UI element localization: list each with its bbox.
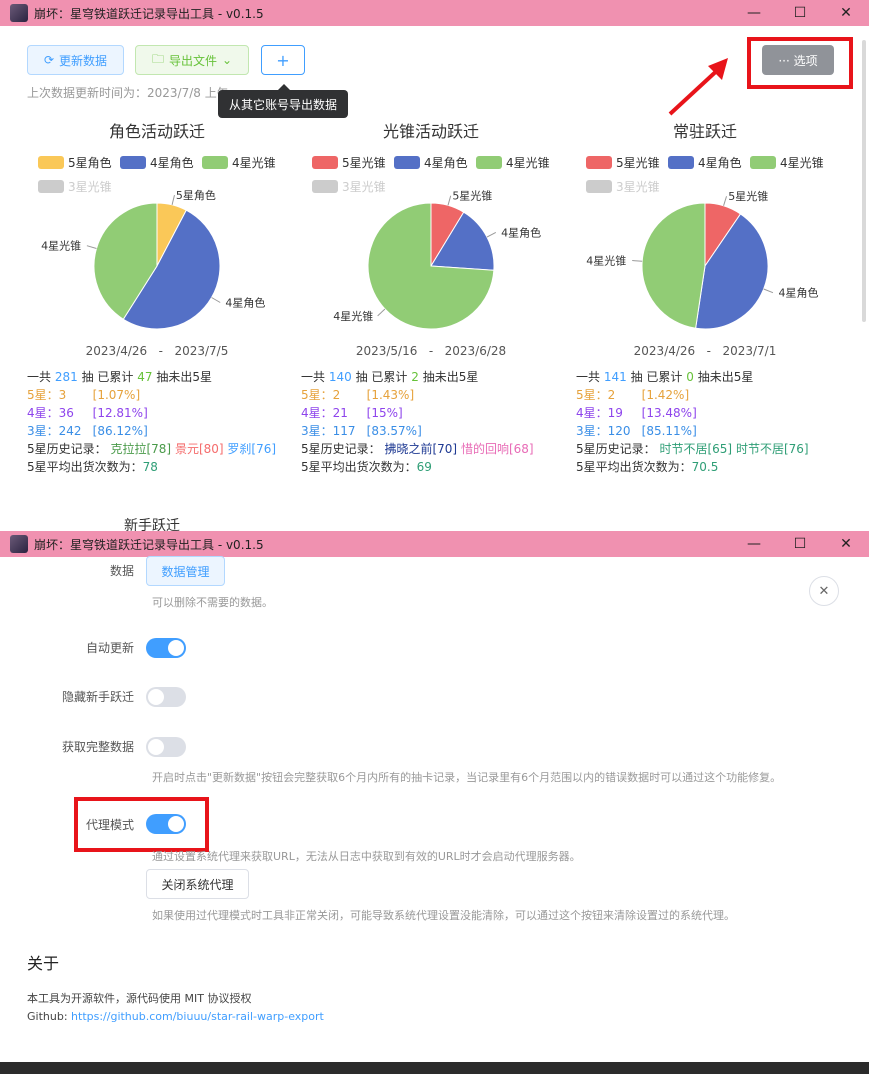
slice-label-line	[632, 260, 643, 262]
close-button[interactable]: ✕	[823, 531, 869, 557]
license-text: 本工具为开源软件，源代码使用 MIT 协议授权	[27, 992, 252, 1005]
legend-item[interactable]: 4星角色	[668, 154, 742, 171]
github-line: Github: https://github.com/biuuu/star-ra…	[27, 1010, 324, 1023]
date-range: 2023/5/16 - 2023/6/28	[355, 344, 507, 358]
slice-label-line	[171, 195, 175, 205]
refresh-icon: ⟳	[43, 53, 55, 67]
title-bar-settings: 崩坏：星穹铁道跃迁记录导出工具 - v0.1.5 — ☐ ✕	[0, 531, 869, 557]
window-title: 崩坏：星穹铁道跃迁记录导出工具 - v0.1.5	[34, 537, 264, 552]
window-controls: — ☐ ✕	[731, 531, 869, 557]
pie-chart: 5星光锥 4星角色 4星光锥	[333, 189, 541, 330]
pool-title: 常驻跃迁	[672, 122, 737, 141]
export-file-button[interactable]: 🗀 导出文件 ⌄	[135, 45, 249, 75]
pool-stats: 一共 281 抽 已累计 47 抽未出5星 5星：3 [1.07%] 4星：36[…	[27, 370, 277, 474]
add-account-button[interactable]: +	[261, 45, 305, 75]
highlight-box-options	[747, 37, 853, 89]
pool-standard: 常驻跃迁 5星光锥 4星角色 4星光锥 3星光锥 5星光锥 4星角色 4星光锥 20…	[570, 118, 840, 474]
slice-label: 5星角色	[176, 188, 216, 202]
tooltip: 从其它账号导出数据	[218, 84, 348, 118]
annotation-arrow	[668, 58, 728, 116]
last-update-text: 上次数据更新时间为：2023/7/8 上午	[27, 86, 229, 100]
close-proxy-desc: 如果使用过代理模式时工具非正常关闭，可能导致系统代理设置没能清除，可以通过这个按…	[152, 909, 735, 922]
slice-label-line	[763, 288, 774, 294]
legend-item[interactable]: 4星角色	[394, 154, 468, 171]
full-data-desc: 开启时点击"更新数据"按钮会完整获取6个月内所有的抽卡记录，当记录里有6个月范围…	[152, 771, 782, 784]
slice-label: 4星光锥	[41, 239, 81, 253]
maximize-button[interactable]: ☐	[777, 0, 823, 26]
hide-newbie-label: 隐藏新手跃迁	[61, 690, 134, 704]
legend-item[interactable]: 4星角色	[120, 154, 194, 171]
slice-label: 4星光锥	[333, 309, 373, 323]
app-icon	[10, 4, 28, 22]
refresh-label: 更新数据	[59, 53, 108, 68]
pool-stats: 一共 140 抽 已累计 2 抽未出5星 5星：2 [1.43%] 4星：21 [1…	[301, 370, 534, 474]
maximize-button[interactable]: ☐	[777, 531, 823, 557]
slice-label-line	[211, 297, 221, 303]
legend-item[interactable]: 5星角色	[38, 154, 112, 171]
hide-newbie-toggle[interactable]	[146, 687, 186, 707]
slice-label: 5星光锥	[452, 189, 492, 203]
slice-label: 4星角色	[225, 296, 265, 310]
full-data-toggle[interactable]	[146, 737, 186, 757]
close-icon: ✕	[818, 583, 830, 599]
legend-item[interactable]: 4星光锥	[202, 154, 276, 171]
slice-label-line	[377, 308, 386, 317]
close-system-proxy-button[interactable]: 关闭系统代理	[146, 869, 249, 899]
full-data-label: 获取完整数据	[61, 740, 134, 754]
close-button[interactable]: ✕	[823, 0, 869, 26]
legend-item[interactable]: 5星光锥	[312, 154, 386, 171]
app-icon	[10, 535, 28, 553]
legend-item[interactable]: 4星光锥	[750, 154, 824, 171]
slice-label: 4星光锥	[586, 254, 626, 268]
slice-label-line	[86, 245, 97, 249]
data-label: 数据	[109, 564, 134, 578]
minimize-button[interactable]: —	[731, 531, 777, 557]
pie-chart: 5星角色 4星角色 4星光锥	[41, 188, 265, 330]
pool-lightcone: 光锥活动跃迁 5星光锥 4星角色 4星光锥 3星光锥 5星光锥 4星角色 4星光锥 …	[296, 118, 566, 474]
legend-item[interactable]: 5星光锥	[586, 154, 660, 171]
slice-label-line	[723, 196, 727, 206]
auto-update-label: 自动更新	[85, 641, 134, 655]
pool-stats: 一共 141 抽 已累计 0 抽未出5星 5星：2 [1.42%] 4星：19 [1…	[576, 370, 809, 474]
about-title: 关于	[27, 954, 60, 973]
legend-item[interactable]: 4星光锥	[476, 154, 550, 171]
folder-icon: 🗀	[151, 51, 164, 66]
slice-label-line	[486, 231, 497, 238]
scrollbar[interactable]	[862, 40, 866, 322]
export-label: 导出文件	[168, 53, 217, 68]
slice-label: 4星角色	[501, 225, 541, 239]
pool-title: 光锥活动跃迁	[382, 122, 479, 141]
taskbar-strip	[0, 1062, 869, 1074]
close-settings-button[interactable]: ✕	[809, 576, 839, 606]
refresh-data-button[interactable]: ⟳ 更新数据	[27, 45, 124, 75]
data-desc: 可以删除不需要的数据。	[152, 596, 273, 609]
slice-label: 4星角色	[779, 286, 819, 300]
pool-title: 角色活动跃迁	[108, 122, 205, 141]
slice-label: 5星光锥	[728, 189, 768, 203]
proxy-desc: 通过设置系统代理来获取URL，无法从日志中获取到有效的URL时才会启动代理服务器…	[152, 850, 581, 863]
date-range: 2023/4/26 - 2023/7/5	[85, 344, 229, 358]
window-title: 崩坏：星穹铁道跃迁记录导出工具 - v0.1.5	[34, 6, 264, 21]
slice-label-line	[447, 195, 452, 206]
chevron-down-icon: ⌄	[221, 53, 233, 67]
pie-slice	[641, 202, 706, 329]
github-link[interactable]: https://github.com/biuuu/star-rail-warp-…	[71, 1010, 324, 1023]
window-controls: — ☐ ✕	[731, 0, 869, 26]
auto-update-toggle[interactable]	[146, 638, 186, 658]
title-bar: 崩坏：星穹铁道跃迁记录导出工具 - v0.1.5 — ☐ ✕	[0, 0, 869, 26]
highlight-box-proxy	[74, 797, 209, 852]
data-manage-button[interactable]: 数据管理	[146, 556, 225, 586]
github-label: Github:	[27, 1010, 68, 1023]
pie-chart: 5星光锥 4星角色 4星光锥	[586, 189, 819, 330]
date-range: 2023/4/26 - 2023/7/1	[633, 344, 777, 358]
minimize-button[interactable]: —	[731, 0, 777, 26]
pool-character: 角色活动跃迁 5星角色 4星角色 4星光锥 3星光锥 5星角色 4星角色 4星光锥 …	[22, 118, 292, 474]
